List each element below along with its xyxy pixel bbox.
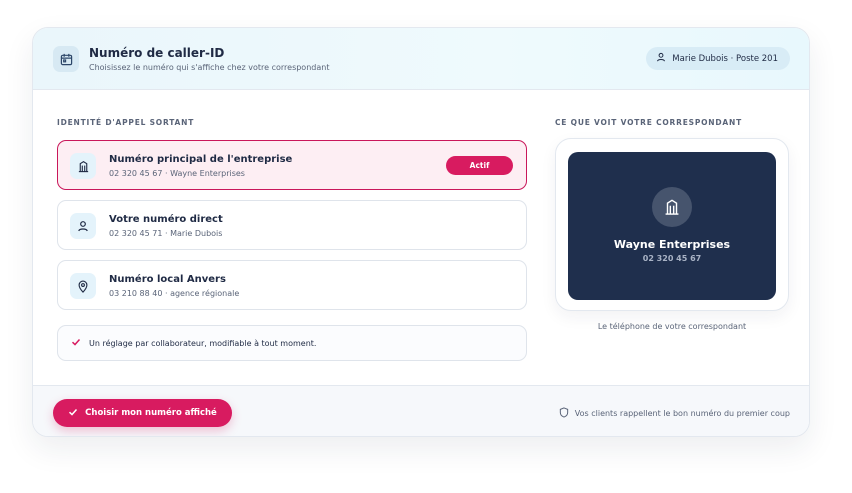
option-main-number[interactable]: Numéro principal de l'entreprise 02 320 … — [57, 140, 527, 190]
preview-label: CE QUE VOIT VOTRE CORRESPONDANT — [555, 118, 743, 127]
shield-icon — [559, 407, 569, 420]
location-pin-icon — [70, 273, 96, 299]
phone-screen: Wayne Enterprises 02 320 45 67 — [568, 152, 776, 300]
caller-id-card: Numéro de caller-ID Choisissez le numéro… — [32, 27, 810, 437]
phone-preview: Wayne Enterprises 02 320 45 67 — [555, 138, 789, 311]
caller-number: 02 320 45 67 — [642, 254, 702, 263]
settings-note-text: Un réglage par collaborateur, modifiable… — [89, 338, 317, 348]
footer-note: Vos clients rappellent le bon numéro du … — [559, 407, 790, 420]
card-footer: Choisir mon numéro affiché Vos clients r… — [33, 385, 809, 436]
user-badge-label: Marie Dubois · Poste 201 — [672, 53, 778, 64]
option-local-number[interactable]: Numéro local Anvers 03 210 88 40 · agenc… — [57, 260, 527, 310]
building-icon — [70, 153, 96, 179]
active-badge: Actif — [446, 156, 513, 175]
option-subtitle: 02 320 45 67 · Wayne Enterprises — [109, 169, 245, 178]
option-title: Numéro local Anvers — [109, 274, 226, 285]
calendar-icon — [53, 46, 79, 72]
preview-caption: Le téléphone de votre correspondant — [597, 322, 747, 331]
page-subtitle: Choisissez le numéro qui s'affiche chez … — [89, 63, 330, 72]
user-badge[interactable]: Marie Dubois · Poste 201 — [646, 47, 790, 70]
page-title: Numéro de caller-ID — [89, 46, 225, 60]
option-title: Votre numéro direct — [109, 214, 223, 225]
option-direct-number[interactable]: Votre numéro direct 02 320 45 71 · Marie… — [57, 200, 527, 250]
choose-number-label: Choisir mon numéro affiché — [85, 408, 217, 418]
building-icon — [652, 187, 692, 227]
option-subtitle: 03 210 88 40 · agence régionale — [109, 289, 240, 298]
user-icon — [656, 52, 666, 65]
check-icon — [71, 337, 81, 349]
outgoing-identity-label: IDENTITÉ D'APPEL SORTANT — [57, 118, 195, 127]
card-header: Numéro de caller-ID Choisissez le numéro… — [33, 28, 809, 90]
option-title: Numéro principal de l'entreprise — [109, 154, 293, 165]
footer-note-text: Vos clients rappellent le bon numéro du … — [574, 409, 790, 418]
check-icon — [68, 407, 78, 420]
settings-note: Un réglage par collaborateur, modifiable… — [57, 325, 527, 361]
choose-number-button[interactable]: Choisir mon numéro affiché — [53, 399, 232, 427]
caller-name: Wayne Enterprises — [613, 238, 731, 251]
user-icon — [70, 213, 96, 239]
option-subtitle: 02 320 45 71 · Marie Dubois — [109, 229, 223, 238]
